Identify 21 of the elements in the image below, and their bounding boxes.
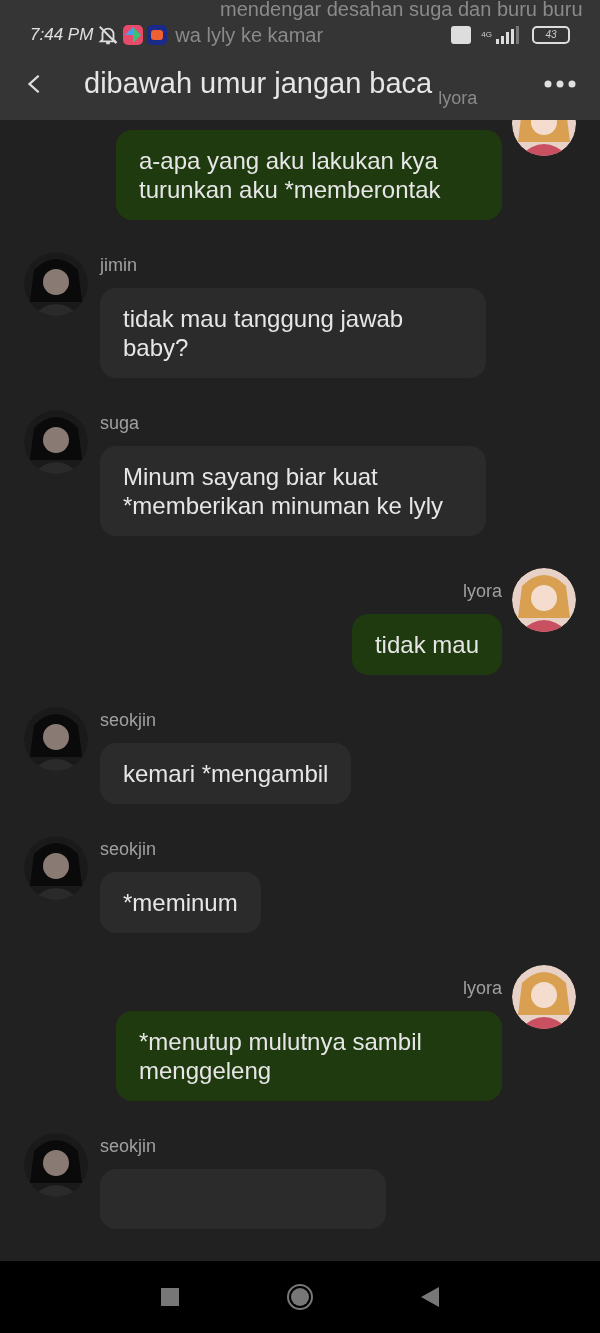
- message-bubble: kemari *mengambil: [100, 743, 352, 804]
- sender-name: jimin: [100, 254, 137, 276]
- message-bubble: tidak mau tanggung jawab baby?: [100, 288, 486, 378]
- message-bubble: tidak mau: [351, 614, 502, 675]
- network-type: 4G: [481, 29, 492, 41]
- chat-title: dibawah umur jangan baca: [84, 66, 433, 102]
- status-time: 7:44 PM: [30, 24, 94, 47]
- sender-name: seokjin: [100, 1135, 157, 1157]
- faded-text: mendengar desahan suga dan buru buru: [220, 0, 583, 20]
- message-bubble: a-apa yang aku lakukan kya turunkan aku *memberontak: [116, 130, 502, 220]
- faded-text: lyora: [438, 86, 478, 110]
- message-bubble: *meminum: [100, 872, 261, 933]
- sender-name: suga: [100, 412, 140, 434]
- sender-name: lyora: [463, 977, 502, 999]
- sender-name: seokjin: [100, 838, 157, 860]
- sender-name: seokjin: [100, 709, 157, 731]
- sender-name: lyora: [463, 580, 502, 602]
- battery-level: 43: [545, 30, 557, 40]
- message-bubble: Minum sayang biar kuat *memberikan minuman ke lyly: [100, 446, 486, 536]
- faded-text: wa lyly ke kamar: [175, 23, 324, 48]
- message-bubble: *menutup mulutnya sambil menggeleng: [116, 1011, 502, 1101]
